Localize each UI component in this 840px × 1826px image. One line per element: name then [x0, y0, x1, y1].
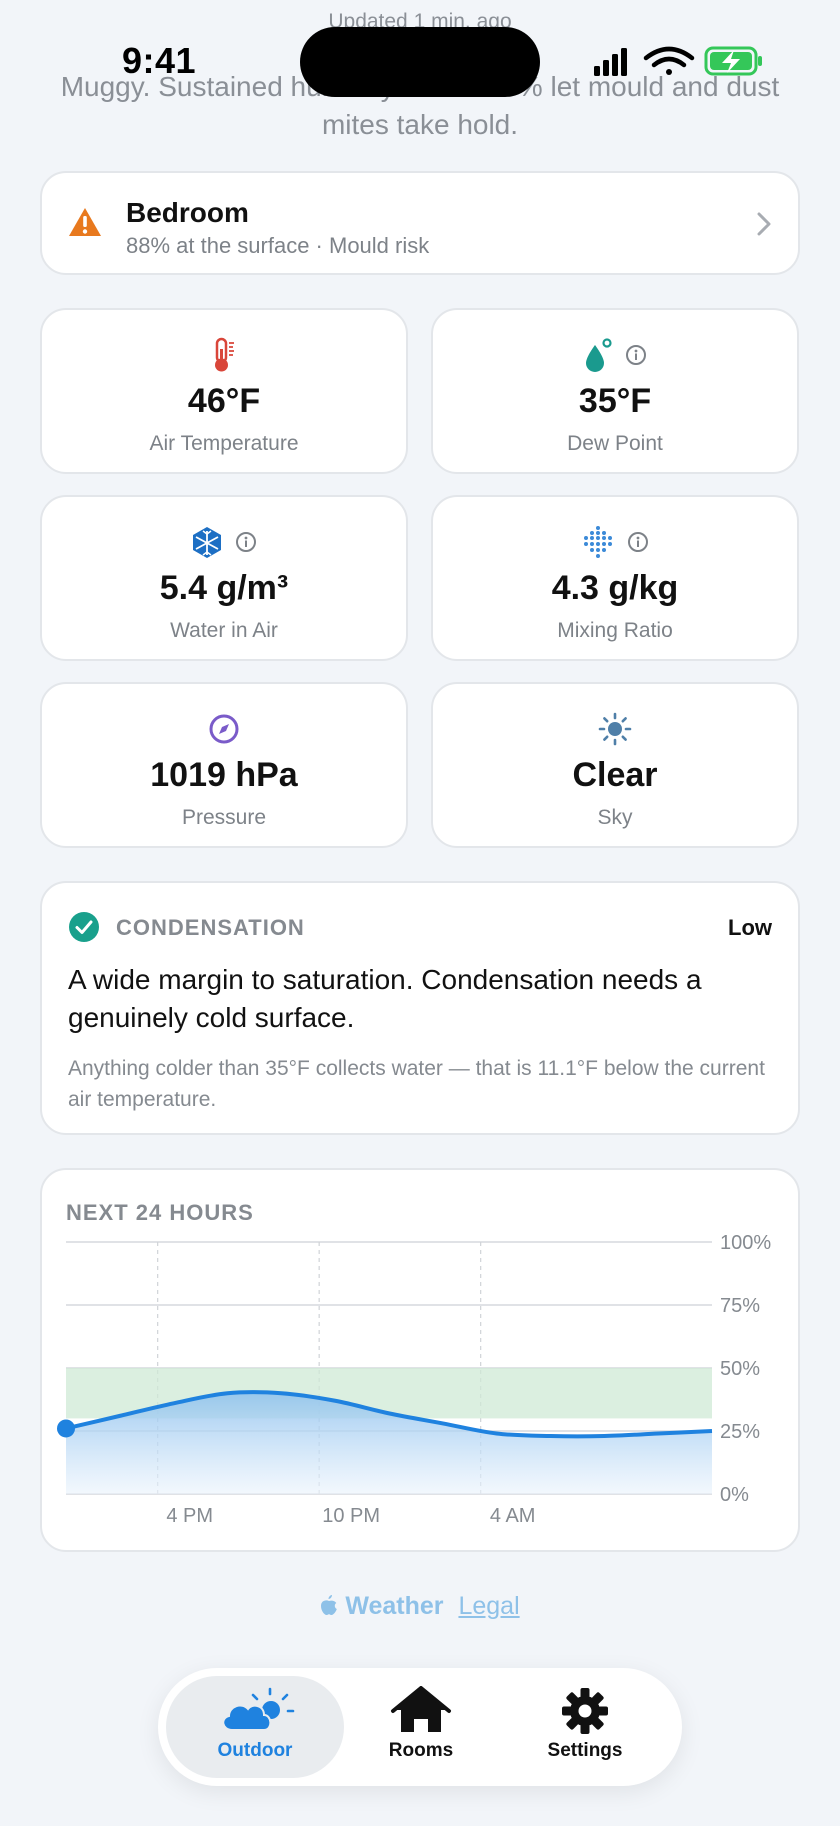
condensation-headline: A wide margin to saturation. Condensatio…: [68, 964, 702, 1033]
status-time: 9:41: [122, 40, 197, 81]
gear-icon: [562, 1688, 608, 1734]
humidity-chart: 100% 75% 50% 25% 0% 4 PM 10 PM 4 AM: [57, 1232, 771, 1527]
compass-icon: [209, 714, 239, 744]
condensation-level: Low: [728, 915, 772, 940]
chevron-right-icon: [757, 212, 771, 236]
cube-icon: [193, 527, 221, 558]
metric-card-water-in-air[interactable]: 5.4 g/m³ Water in Air: [40, 495, 408, 661]
alert-title: Bedroom: [126, 197, 249, 228]
metric-card-pressure[interactable]: 1019 hPa Pressure: [40, 682, 408, 848]
metric-label: Sky: [597, 806, 633, 829]
metric-label: Pressure: [181, 806, 267, 829]
tab-settings[interactable]: Settings: [496, 1676, 674, 1778]
warning-icon: [69, 208, 101, 236]
tab-label: Settings: [547, 1740, 623, 1761]
metric-card-dew-point[interactable]: 35°F Dew Point: [431, 308, 799, 474]
metric-value: 1019 hPa: [150, 756, 298, 794]
x-tick-label: 4 AM: [490, 1505, 536, 1527]
thermometer-icon: [215, 337, 234, 372]
cloud-sun-icon: [222, 1687, 295, 1731]
metric-value: 46°F: [187, 382, 261, 420]
condensation-card: CONDENSATION Low A wide margin to satura…: [40, 881, 800, 1135]
y-tick-label: 50%: [720, 1358, 760, 1380]
info-icon[interactable]: [235, 531, 257, 553]
sun-icon: [598, 712, 632, 746]
dynamic-island: [300, 27, 540, 97]
x-tick-label: 10 PM: [322, 1505, 380, 1527]
tab-outdoor[interactable]: Outdoor: [166, 1676, 344, 1778]
legal-link[interactable]: Legal: [458, 1592, 519, 1620]
metric-value: 4.3 g/kg: [551, 569, 679, 607]
tab-label: Outdoor: [217, 1740, 293, 1761]
alert-subtitle: 88% at the surface · Mould risk: [126, 233, 430, 258]
status-icons: [594, 46, 762, 76]
metric-card-air-temperature[interactable]: 46°F Air Temperature: [40, 308, 408, 474]
condensation-detail: Anything colder than 35°F collects water…: [68, 1057, 765, 1111]
tab-bar: Outdoor Rooms Settings: [158, 1668, 682, 1786]
info-icon[interactable]: [625, 344, 647, 366]
metric-card-mixing-ratio[interactable]: 4.3 g/kg Mixing Ratio: [431, 495, 799, 661]
metric-value: 5.4 g/m³: [159, 569, 289, 607]
y-tick-label: 25%: [720, 1421, 760, 1443]
metric-label: Mixing Ratio: [557, 619, 673, 642]
forecast-chart-card: NEXT 24 HOURS 100% 75% 50% 25% 0% 4 PM 1…: [40, 1168, 800, 1552]
room-alert-card[interactable]: Bedroom 88% at the surface · Mould risk: [40, 171, 800, 275]
weather-attribution[interactable]: Weather: [345, 1592, 443, 1620]
droplet-icon: [586, 338, 612, 372]
metric-label: Water in Air: [170, 619, 278, 642]
dots-icon: [584, 526, 612, 558]
metric-label: Dew Point: [567, 432, 663, 455]
house-icon: [391, 1686, 451, 1732]
check-circle-icon: [69, 912, 99, 942]
metric-label: Air Temperature: [149, 432, 299, 455]
x-tick-label: 4 PM: [166, 1505, 213, 1527]
tab-label: Rooms: [388, 1740, 454, 1761]
y-tick-label: 100%: [720, 1232, 771, 1254]
apple-logo-icon: [321, 1595, 338, 1615]
y-tick-label: 0%: [720, 1484, 749, 1506]
condensation-title: CONDENSATION: [116, 915, 305, 940]
battery-icon: [704, 46, 762, 76]
cellular-icon: [594, 48, 627, 76]
info-icon[interactable]: [627, 531, 649, 553]
metric-value: 35°F: [578, 382, 652, 420]
metric-card-sky[interactable]: Clear Sky: [431, 682, 799, 848]
metric-value: Clear: [572, 756, 658, 794]
footer: Weather Legal: [0, 1592, 840, 1621]
current-point: [57, 1419, 75, 1438]
tab-rooms[interactable]: Rooms: [332, 1676, 510, 1778]
y-tick-label: 75%: [720, 1295, 760, 1317]
wifi-icon: [643, 46, 695, 75]
